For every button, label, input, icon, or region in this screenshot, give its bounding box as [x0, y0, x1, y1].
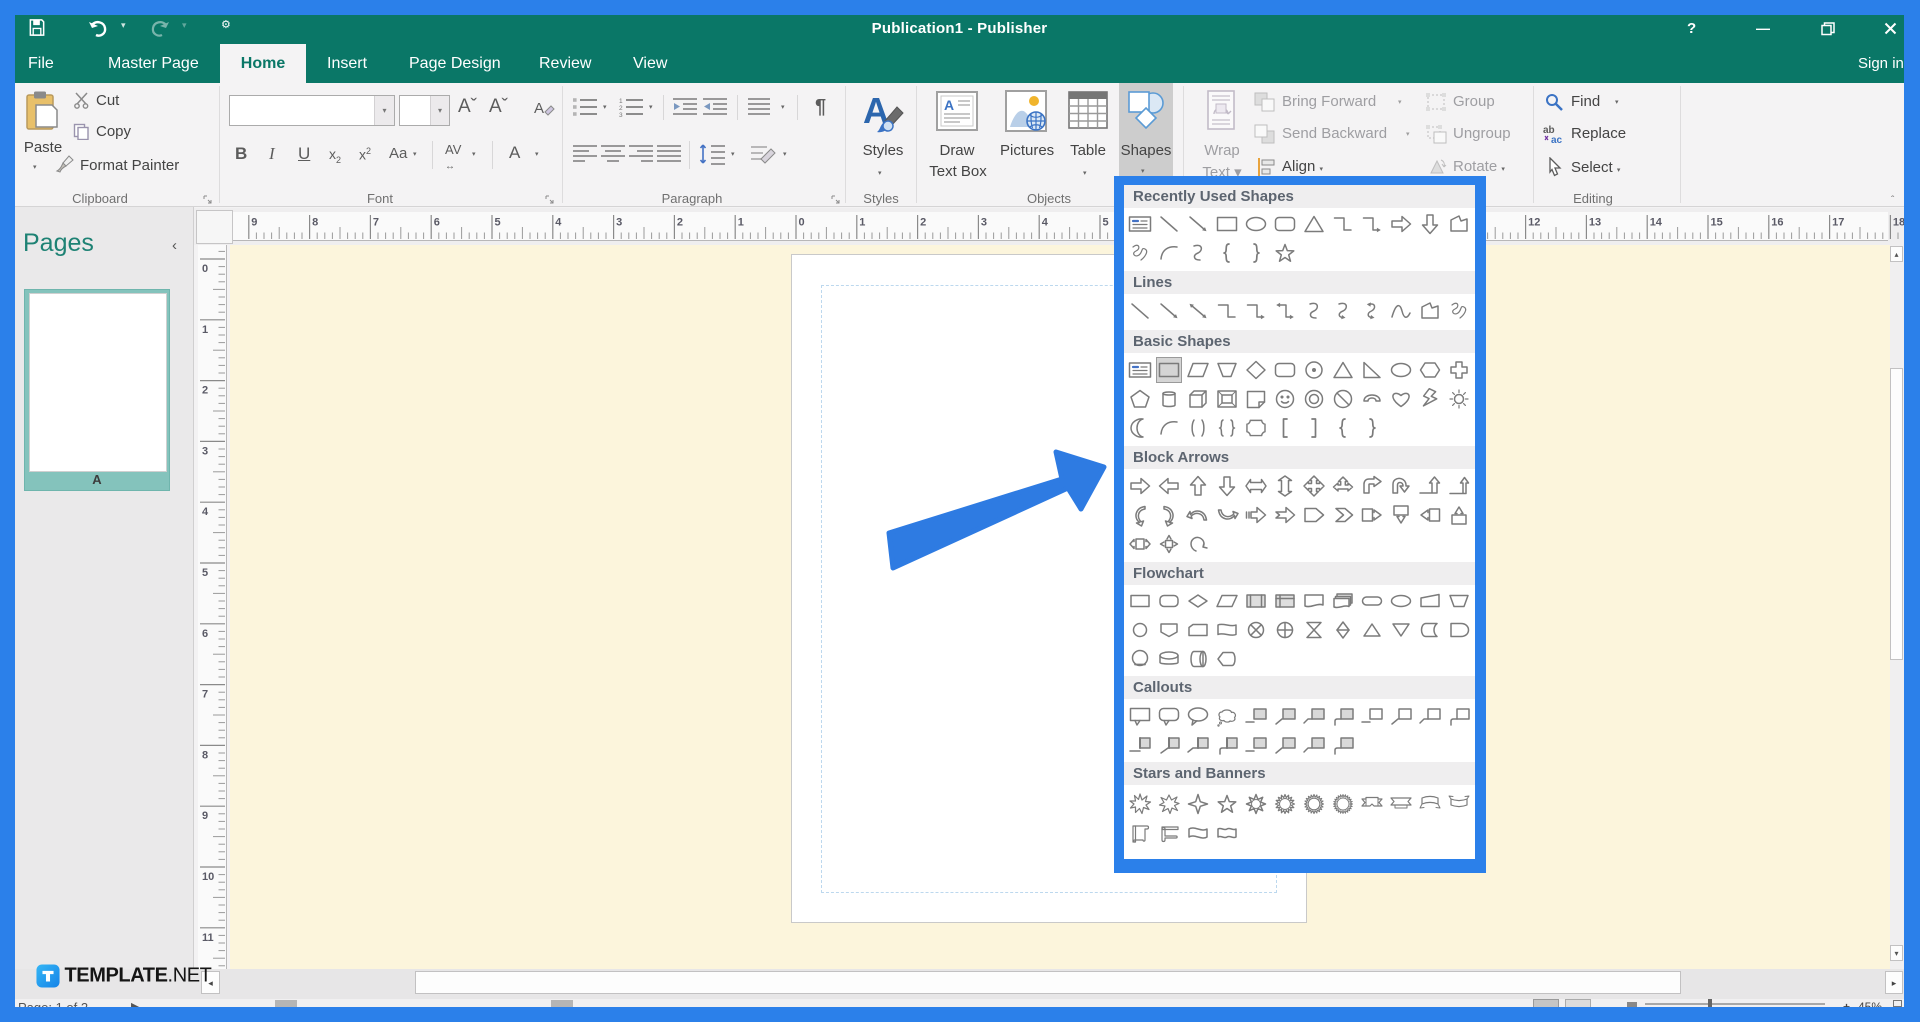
svg-text:11: 11	[202, 932, 214, 944]
svg-text:4: 4	[202, 506, 209, 518]
svg-text:9: 9	[202, 810, 208, 822]
svg-text:7: 7	[202, 689, 208, 701]
svg-text:A: A	[944, 97, 954, 113]
svg-text:1: 1	[619, 98, 623, 105]
svg-text:A: A	[534, 100, 544, 117]
svg-text:0: 0	[202, 263, 208, 275]
svg-text:14: 14	[1650, 217, 1663, 229]
svg-text:18: 18	[1893, 217, 1904, 229]
svg-text:15: 15	[1711, 217, 1723, 229]
svg-text:12: 12	[1528, 217, 1540, 229]
svg-text:1: 1	[202, 324, 208, 336]
svg-text:4: 4	[555, 217, 562, 229]
svg-text:2: 2	[920, 217, 926, 229]
svg-text:3: 3	[619, 112, 623, 117]
svg-text:13: 13	[1589, 217, 1601, 229]
svg-text:1: 1	[859, 217, 865, 229]
svg-text:2: 2	[202, 385, 208, 397]
svg-text:2: 2	[619, 105, 623, 112]
svg-text:5: 5	[495, 217, 501, 229]
svg-text:10: 10	[202, 871, 214, 883]
svg-text:2: 2	[677, 217, 683, 229]
svg-text:8: 8	[312, 217, 318, 229]
svg-text:4: 4	[1042, 217, 1049, 229]
svg-text:5: 5	[202, 567, 208, 579]
svg-text:5: 5	[1103, 217, 1109, 229]
svg-text:17: 17	[1832, 217, 1844, 229]
svg-text:8: 8	[202, 749, 208, 761]
svg-text:7: 7	[373, 217, 379, 229]
svg-text:6: 6	[202, 628, 208, 640]
svg-text:6: 6	[434, 217, 440, 229]
svg-text:3: 3	[981, 217, 987, 229]
svg-text:3: 3	[616, 217, 622, 229]
svg-text:0: 0	[799, 217, 805, 229]
svg-text:16: 16	[1771, 217, 1783, 229]
svg-text:9: 9	[251, 217, 257, 229]
svg-text:ac: ac	[1551, 135, 1563, 144]
svg-text:1: 1	[738, 217, 744, 229]
svg-text:3: 3	[202, 445, 208, 457]
